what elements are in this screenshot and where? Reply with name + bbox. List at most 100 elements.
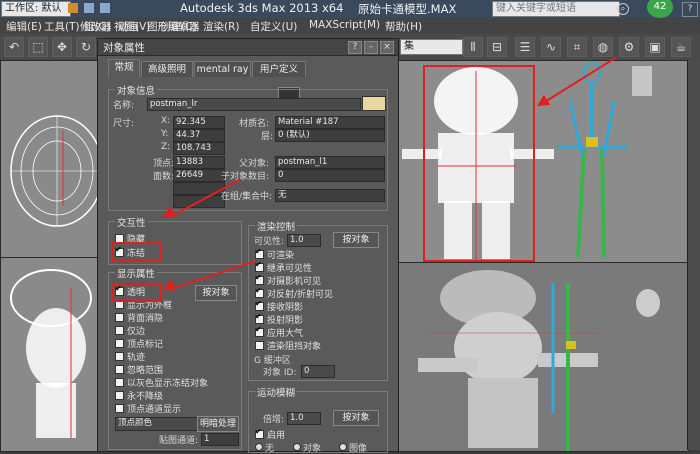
object-info-label: 对象信息 [115,83,158,97]
display-option-checkbox[interactable] [115,391,124,400]
display-properties-label: 显示属性 [115,266,158,280]
render-by-object-button[interactable]: 按对象 [333,232,379,248]
undo-button[interactable]: ↶ [4,37,24,57]
viewport-perspective[interactable] [397,262,689,452]
object-color-swatch[interactable] [362,96,386,111]
menu-modifiers[interactable]: 修改器 [80,19,112,34]
display-option-checkbox[interactable] [115,326,124,335]
display-option-checkbox[interactable] [115,339,124,348]
tab-user-defined[interactable]: 用户定义 [252,61,306,77]
curve-editor-icon[interactable]: ∿ [541,37,561,57]
material-label: 材质名: [239,119,270,129]
workspace-select[interactable]: 工作区: 默认 [1,1,71,17]
layer-label: 层: [261,132,274,142]
title-bar: 工作区: 默认 Autodesk 3ds Max 2013 x64 原始卡通模型… [0,0,700,19]
render-option-checkbox[interactable] [255,312,264,324]
group-rendering-control: 渲染控制 可见性: 1.0 按对象 可渲染继承可见性对摄影机可见对反射/折射可见… [248,219,388,381]
vertices-value: 13883 [173,156,225,169]
search-input[interactable]: 键入关键字或短语 [492,1,620,17]
faces-value: 26649 [173,169,225,182]
name-field[interactable]: postman_lr [147,98,361,111]
render-option-label: 对反射/折射可见 [267,290,334,300]
shaded-button[interactable]: 明暗处理 [197,416,239,432]
display-option-checkbox[interactable] [115,313,124,322]
highlight-front-character [423,65,535,262]
map-channel-label: 贴图通道: [159,436,199,446]
dialog-minimize-button[interactable]: – [364,41,378,54]
command-panel-edge[interactable] [687,60,700,450]
tab-advanced-lighting[interactable]: 高级照明 [141,61,193,77]
display-option-label: 以灰色显示冻结对象 [127,379,209,389]
motion-blur-label: 运动模糊 [255,385,298,399]
select-object-icon[interactable]: ⬚ [28,37,48,57]
quick-access-icon[interactable] [68,3,78,13]
multiplier-label: 倍增: [263,415,285,425]
viewport-front[interactable] [397,60,689,264]
render-option-checkbox[interactable] [255,325,264,337]
group-motion-blur: 运动模糊 倍增: 1.0 按对象 启用 无 对象 图像 [248,385,388,454]
render-frame-icon[interactable]: ▣ [645,37,665,57]
notification-badge[interactable]: 42 [647,0,673,18]
vertex-color-select[interactable]: 顶点颜色 [115,417,199,431]
group-member-value: 无 [275,189,385,202]
tab-mental-ray[interactable]: mental ray [194,61,251,77]
material-editor-icon[interactable]: ◍ [593,37,613,57]
y-value: 44.37 [173,129,225,142]
render-option-label: 继承可见性 [267,264,313,274]
highlight-freeze [112,242,162,261]
mirror-icon[interactable]: ⫴ [463,37,483,57]
menu-animation[interactable]: 动画 [118,19,139,34]
display-option-checkbox[interactable] [115,378,124,387]
object-id-label: 对象 ID: [263,368,297,378]
rotate-icon[interactable]: ↻ [76,37,96,57]
render-option-checkbox[interactable] [255,273,264,285]
rendering-control-label: 渲染控制 [255,219,298,233]
z-value: 108.743 [173,142,225,155]
render-option-checkbox[interactable] [255,247,264,259]
motion-enabled-label: 启用 [267,431,286,441]
search-icon[interactable]: ⌕ [617,3,629,15]
parent-label: 父对象: [239,159,270,169]
radio-image-label: 图像 [349,444,368,454]
highlight-transparent [112,283,162,302]
render-option-checkbox[interactable] [255,341,264,350]
help-icon[interactable]: ? [682,2,698,17]
menu-help[interactable]: 帮助(H) [385,19,422,34]
named-selection-set[interactable]: 集 [400,39,463,55]
menu-tools[interactable]: 工具(T) [44,19,80,34]
render-option-checkbox[interactable] [255,286,264,298]
render-option-label: 投射阴影 [267,316,304,326]
layer-manager-icon[interactable]: ☰ [515,37,535,57]
align-icon[interactable]: ⊟ [487,37,507,57]
menu-edit[interactable]: 编辑(E) [6,19,42,34]
visibility-field[interactable]: 1.0 [287,234,321,247]
menu-graph-editors[interactable]: 图形编辑器 [147,19,200,34]
render-option-checkbox[interactable] [255,299,264,311]
object-id-field[interactable]: 0 [301,365,335,378]
menu-maxscript[interactable]: MAXScript(M) [309,19,380,31]
render-icon[interactable]: ☕ [671,37,691,57]
dimensions-label: 尺寸: [113,119,135,129]
empty-field-1 [173,182,225,195]
schematic-view-icon[interactable]: ⌗ [567,37,587,57]
tab-general[interactable]: 常规 [108,59,140,77]
redo-icon[interactable] [100,3,110,13]
viewport-top[interactable] [0,60,104,259]
multiplier-field[interactable]: 1.0 [287,412,321,425]
display-option-checkbox[interactable] [115,404,124,413]
motion-enabled-checkbox[interactable] [255,427,264,439]
render-setup-icon[interactable]: ⚙ [619,37,639,57]
move-icon[interactable]: ✥ [52,37,72,57]
map-channel-field[interactable]: 1 [201,433,239,446]
dialog-close-button[interactable]: × [380,41,394,54]
display-option-checkbox[interactable] [115,352,124,361]
render-option-checkbox[interactable] [255,260,264,272]
menu-rendering[interactable]: 渲染(R) [203,19,240,34]
undo-icon[interactable] [84,3,94,13]
dialog-help-button[interactable]: ? [348,41,362,54]
motion-by-object-button[interactable]: 按对象 [333,410,379,426]
viewport-left[interactable] [0,257,99,452]
display-option-checkbox[interactable] [115,365,124,374]
display-by-object-button[interactable]: 按对象 [195,285,237,301]
menu-customize[interactable]: 自定义(U) [250,19,297,34]
